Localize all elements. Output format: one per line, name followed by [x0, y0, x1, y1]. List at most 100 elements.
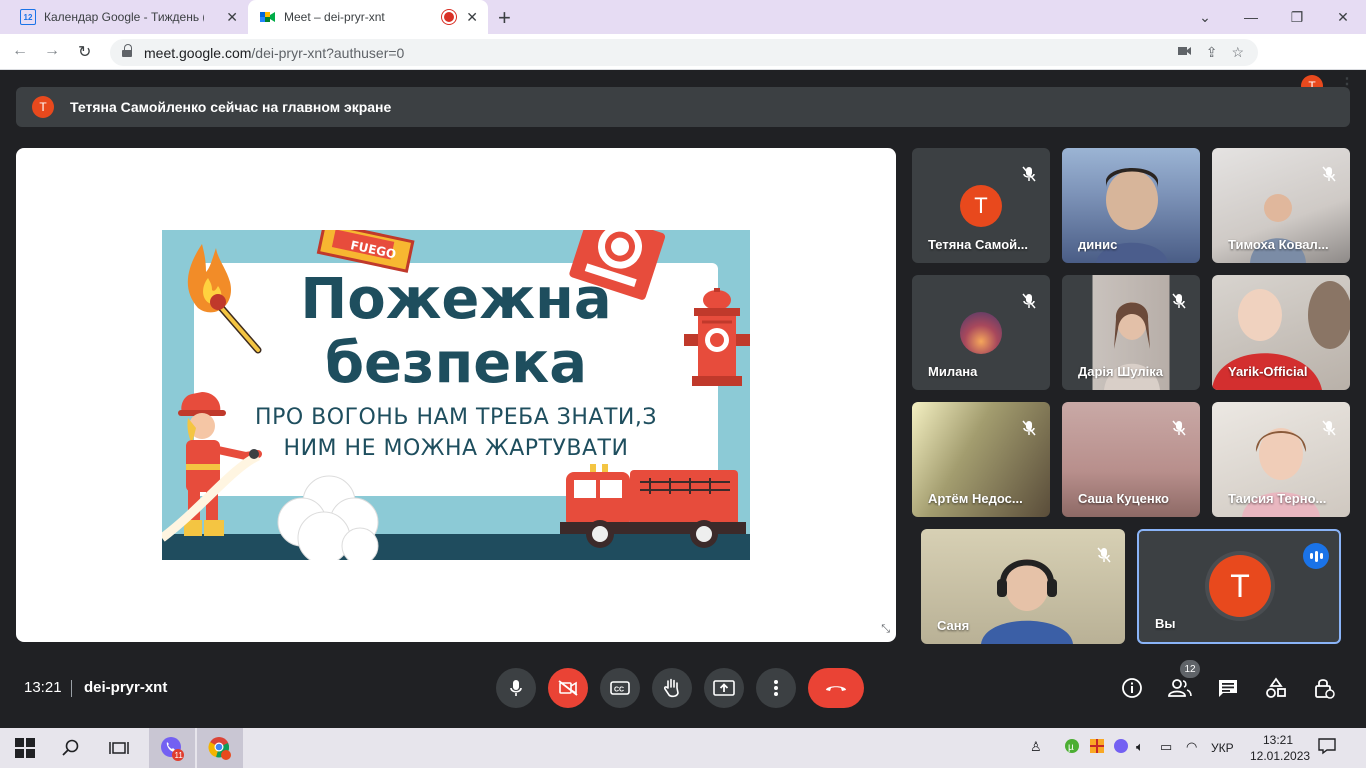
tab-search-button[interactable]: ⌄: [1182, 0, 1228, 34]
participant-tile[interactable]: динис: [1062, 148, 1200, 263]
address-bar-row: ← → ↻ meet.google.com/dei-pryr-xnt?authu…: [0, 34, 1366, 97]
task-view-button[interactable]: [96, 728, 142, 768]
viber-tray-icon[interactable]: [1113, 738, 1129, 757]
network-tray-icon[interactable]: ◠: [1186, 739, 1197, 755]
lock-icon: [122, 44, 132, 58]
microphone-button[interactable]: [496, 668, 536, 708]
participant-name: Тимоха Ковал...: [1228, 237, 1329, 252]
bookmark-star-icon[interactable]: ☆: [1231, 44, 1244, 61]
close-tab-icon[interactable]: ✕: [226, 9, 238, 26]
raise-hand-icon: [663, 678, 679, 698]
meeting-code: dei-pryr-xnt: [84, 679, 168, 696]
notifications-icon[interactable]: [1318, 737, 1336, 758]
close-tab-icon[interactable]: ✕: [466, 9, 478, 26]
slide-title-line1: Пожежна: [300, 267, 612, 332]
meeting-details-button[interactable]: [1119, 676, 1145, 700]
participant-name: Дарія Шуліка: [1078, 364, 1163, 379]
self-tile[interactable]: T Вы: [1137, 529, 1341, 644]
participant-tile[interactable]: Yarik-Official: [1212, 275, 1350, 390]
viber-badge: 11: [175, 751, 184, 760]
search-button[interactable]: [48, 728, 94, 768]
participant-tile[interactable]: Дарія Шуліка: [1062, 275, 1200, 390]
mic-muted-icon: [1172, 293, 1186, 309]
tab-google-calendar[interactable]: 12 Календар Google - Тиждень (8 с ✕: [8, 0, 248, 34]
present-screen-icon: [713, 680, 735, 696]
back-button[interactable]: ←: [12, 42, 28, 60]
leave-call-button[interactable]: [808, 668, 864, 708]
participant-tile[interactable]: Милана: [912, 275, 1050, 390]
captions-icon: CC: [610, 681, 630, 695]
participant-tile[interactable]: Саня: [921, 529, 1125, 644]
participant-avatar: [960, 312, 1002, 354]
camera-permission-icon[interactable]: [1177, 44, 1192, 61]
tab-title: Meet – dei-pryr-xnt: [284, 10, 385, 24]
people-button[interactable]: [1167, 676, 1193, 700]
windows-start-button[interactable]: [2, 728, 48, 768]
mic-muted-icon: [1022, 420, 1036, 436]
browser-tab-bar: 12 Календар Google - Тиждень (8 с ✕ Meet…: [0, 0, 1366, 34]
captions-button[interactable]: CC: [600, 668, 640, 708]
participant-name: Вы: [1155, 616, 1176, 631]
participant-name: Таисия Терно...: [1228, 491, 1327, 506]
utorrent-tray-icon[interactable]: µ: [1064, 738, 1080, 757]
url-path: /dei-pryr-xnt?authuser=0: [251, 44, 405, 61]
url-field[interactable]: meet.google.com/dei-pryr-xnt?authuser=0 …: [110, 39, 1258, 66]
forward-button[interactable]: →: [44, 42, 60, 60]
participant-tile[interactable]: Таисия Терно...: [1212, 402, 1350, 517]
participant-name: Саня: [937, 618, 970, 633]
language-indicator[interactable]: УКР: [1211, 741, 1234, 755]
mic-muted-icon: [1022, 166, 1036, 182]
camera-button[interactable]: [548, 668, 588, 708]
presentation-slide: FUEGO Пожежна безпека ПРО ВОГОНЬ НАМ ТРЕ…: [162, 230, 750, 560]
shield-tray-icon[interactable]: [1089, 738, 1105, 757]
participant-tile[interactable]: Тимоха Ковал...: [1212, 148, 1350, 263]
restore-button[interactable]: ❐: [1274, 0, 1320, 34]
close-window-button[interactable]: ✕: [1320, 0, 1366, 34]
search-icon: [62, 739, 79, 756]
microphone-icon: [510, 680, 522, 696]
mic-muted-icon: [1322, 166, 1336, 182]
participant-name: Саша Куценко: [1078, 491, 1169, 506]
participant-tile[interactable]: T Тетяна Самой...: [912, 148, 1050, 263]
camera-off-icon: [558, 680, 578, 696]
chrome-taskbar-button[interactable]: [197, 728, 243, 768]
battery-tray-icon[interactable]: ▭: [1160, 739, 1172, 755]
share-icon[interactable]: ⇪: [1206, 44, 1218, 61]
host-lock-icon: [1315, 679, 1335, 699]
raise-hand-button[interactable]: [652, 668, 692, 708]
activities-button[interactable]: [1263, 676, 1289, 700]
slide-title-line2: безпека: [324, 331, 588, 396]
participant-name: Тетяна Самой...: [928, 237, 1028, 252]
mic-muted-icon: [1097, 547, 1111, 563]
activities-icon: [1266, 677, 1286, 698]
participant-name: Yarik-Official: [1228, 364, 1308, 379]
divider: [71, 680, 72, 697]
viber-icon: 11: [161, 737, 184, 761]
mic-muted-icon: [1172, 420, 1186, 436]
self-avatar: T: [1209, 555, 1271, 617]
recording-indicator-icon: [444, 12, 454, 22]
google-calendar-icon: 12: [20, 9, 36, 25]
chrome-icon: [208, 737, 231, 760]
people-tray-icon[interactable]: ♙: [1030, 739, 1042, 755]
reload-button[interactable]: ↻: [78, 42, 91, 62]
more-vert-icon: [774, 680, 778, 696]
expand-icon[interactable]: ⤡: [881, 623, 890, 636]
presenter-avatar: T: [32, 96, 54, 118]
system-time: 13:21: [1262, 733, 1294, 747]
presentation-stage[interactable]: FUEGO Пожежна безпека ПРО ВОГОНЬ НАМ ТРЕ…: [16, 148, 896, 642]
present-screen-button[interactable]: [704, 668, 744, 708]
viber-taskbar-button[interactable]: 11: [149, 728, 195, 768]
chat-button[interactable]: [1215, 676, 1241, 700]
participant-tile[interactable]: Саша Куценко: [1062, 402, 1200, 517]
more-options-button[interactable]: [756, 668, 796, 708]
participant-tile[interactable]: Артём Недос...: [912, 402, 1050, 517]
task-view-icon: [109, 742, 129, 754]
volume-tray-icon[interactable]: 🔈︎: [1136, 739, 1144, 755]
new-tab-button[interactable]: +: [498, 5, 511, 31]
system-clock[interactable]: 13:21 12.01.2023: [1250, 732, 1310, 764]
minimize-button[interactable]: —: [1228, 0, 1274, 34]
tab-google-meet[interactable]: Meet – dei-pryr-xnt ✕: [248, 0, 488, 34]
speaking-indicator-icon: [1303, 543, 1329, 569]
host-controls-button[interactable]: [1311, 676, 1337, 700]
